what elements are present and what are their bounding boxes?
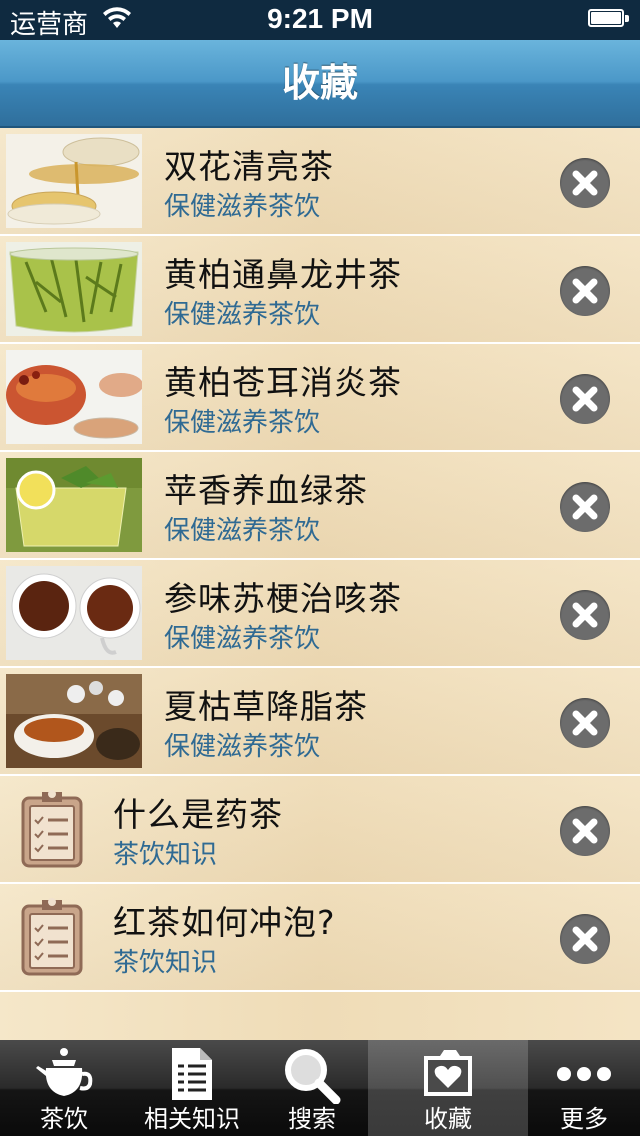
item-category: 保健滋养茶饮 <box>164 300 321 330</box>
tea-thumbnail <box>6 350 142 444</box>
item-category: 保健滋养茶饮 <box>164 732 321 762</box>
item-title: 参味苏梗治咳茶 <box>164 579 402 618</box>
tab-tea-drinks[interactable]: 茶饮 <box>0 1040 128 1136</box>
close-icon <box>572 710 598 736</box>
delete-button[interactable] <box>560 698 610 748</box>
page-title: 收藏 <box>281 61 358 105</box>
favorite-item[interactable]: 双花清亮茶 保健滋养茶饮 <box>0 128 640 236</box>
clipboard-icon <box>20 896 84 980</box>
favorite-item[interactable]: 苹香养血绿茶 保健滋养茶饮 <box>0 452 640 560</box>
tab-bar: 茶饮 相关知识 搜索 收藏 更多 <box>0 1040 640 1136</box>
tab-label: 相关知识 <box>144 1105 240 1133</box>
favorite-item[interactable]: 红茶如何冲泡? 茶饮知识 <box>0 884 640 992</box>
clipboard-icon <box>20 788 84 872</box>
tab-search[interactable]: 搜索 <box>256 1040 368 1136</box>
item-title: 夏枯草降脂茶 <box>164 687 368 726</box>
delete-button[interactable] <box>560 266 610 316</box>
item-category: 保健滋养茶饮 <box>164 516 321 546</box>
magnifier-icon <box>282 1046 342 1108</box>
favorite-item[interactable]: 黄柏通鼻龙井茶 保健滋养茶饮 <box>0 236 640 344</box>
close-icon <box>572 818 598 844</box>
delete-button[interactable] <box>560 590 610 640</box>
item-title: 什么是药茶 <box>113 795 283 834</box>
item-category: 保健滋养茶饮 <box>164 624 321 654</box>
tab-related-knowledge[interactable]: 相关知识 <box>128 1040 256 1136</box>
favorites-folder-icon <box>420 1046 476 1104</box>
delete-button[interactable] <box>560 914 610 964</box>
tea-thumbnail <box>6 134 142 228</box>
tab-label: 茶饮 <box>40 1105 88 1133</box>
favorite-item[interactable]: 参味苏梗治咳茶 保健滋养茶饮 <box>0 560 640 668</box>
favorite-item[interactable]: 什么是药茶 茶饮知识 <box>0 776 640 884</box>
item-title: 双花清亮茶 <box>164 147 334 186</box>
tea-thumbnail <box>6 242 142 336</box>
item-category: 保健滋养茶饮 <box>164 192 321 222</box>
tab-label: 收藏 <box>424 1105 472 1133</box>
document-icon <box>170 1046 214 1106</box>
item-title: 黄柏苍耳消炎茶 <box>164 363 402 402</box>
delete-button[interactable] <box>560 374 610 424</box>
item-category: 茶饮知识 <box>113 948 218 978</box>
item-category: 茶饮知识 <box>113 840 218 870</box>
item-title: 黄柏通鼻龙井茶 <box>164 255 402 294</box>
close-icon <box>572 602 598 628</box>
favorites-list[interactable]: 双花清亮茶 保健滋养茶饮 黄柏通鼻龙井茶 保健滋养茶饮 黄柏苍耳消炎茶 保健滋养… <box>0 128 640 1040</box>
battery-icon <box>588 9 630 29</box>
item-title: 红茶如何冲泡? <box>113 903 336 942</box>
tab-label: 搜索 <box>288 1105 336 1133</box>
teapot-icon <box>34 1046 94 1106</box>
favorite-item[interactable]: 夏枯草降脂茶 保健滋养茶饮 <box>0 668 640 776</box>
tea-thumbnail <box>6 458 142 552</box>
close-icon <box>572 278 598 304</box>
navigation-bar: 收藏 <box>0 40 640 128</box>
close-icon <box>572 386 598 412</box>
tea-thumbnail <box>6 566 142 660</box>
tab-more[interactable]: 更多 <box>528 1040 640 1136</box>
tea-thumbnail <box>6 674 142 768</box>
delete-button[interactable] <box>560 158 610 208</box>
tab-favorites[interactable]: 收藏 <box>368 1040 528 1136</box>
status-bar: 运营商 9:21 PM <box>0 0 640 40</box>
item-title: 苹香养血绿茶 <box>164 471 368 510</box>
close-icon <box>572 170 598 196</box>
close-icon <box>572 926 598 952</box>
delete-button[interactable] <box>560 482 610 532</box>
favorite-item[interactable]: 黄柏苍耳消炎茶 保健滋养茶饮 <box>0 344 640 452</box>
delete-button[interactable] <box>560 806 610 856</box>
tab-label: 更多 <box>560 1105 608 1133</box>
close-icon <box>572 494 598 520</box>
status-time: 9:21 PM <box>267 3 373 34</box>
more-dots-icon <box>554 1046 614 1106</box>
item-category: 保健滋养茶饮 <box>164 408 321 438</box>
